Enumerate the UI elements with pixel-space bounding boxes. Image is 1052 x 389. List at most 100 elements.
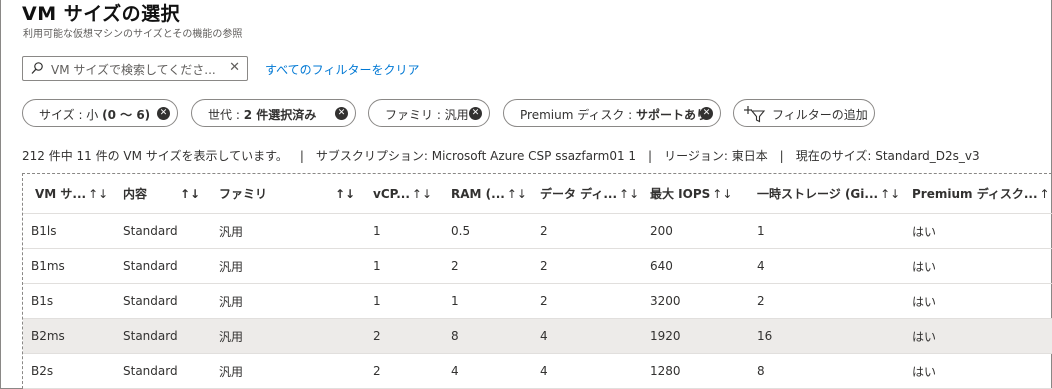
column-header-data-disks[interactable]: データ ディ... ↑↓: [540, 174, 639, 213]
filter-pill-label: ファミリ : 汎用: [385, 108, 469, 122]
cell-max-iops: 640: [650, 259, 673, 273]
filter-pill-value: (0 〜 6): [102, 108, 151, 122]
cell-description: Standard: [123, 364, 178, 378]
cell-vm-size: B1ms: [31, 259, 65, 273]
column-header-max-iops[interactable]: 最大 IOPS ↑↓: [650, 174, 732, 213]
cell-vcpu: 2: [373, 329, 381, 343]
cell-description: Standard: [123, 259, 178, 273]
cell-ram: 8: [451, 329, 459, 343]
current-size-label: 現在のサイズ: Standard_D2s_v3: [795, 149, 980, 163]
table-header-row: VM サ... ↑↓ 内容 ↑↓ ファミリ ↑↓ vCP... ↑↓ RAM (..…: [23, 174, 1052, 214]
filter-pill-size[interactable]: サイズ : 小 (0 〜 6) ✕: [22, 99, 178, 127]
search-placeholder: VM サイズで検索してくださ...: [51, 63, 216, 77]
filter-pill-family[interactable]: ファミリ : 汎用 ✕: [368, 99, 490, 127]
table-row[interactable]: B1s Standard 汎用 1 1 2 3200 2 はい: [23, 284, 1052, 319]
table-row[interactable]: B1ms Standard 汎用 1 2 2 640 4 はい: [23, 249, 1052, 284]
page-title: VM サイズの選択: [22, 3, 181, 25]
search-input[interactable]: VM サイズで検索してくださ... ✕: [22, 56, 248, 81]
results-summary: 212 件中 11 件の VM サイズを表示しています。 | サブスクリプション: …: [22, 147, 980, 164]
column-header-family[interactable]: ファミリ: [219, 174, 267, 213]
filter-pill-value: サポートあり: [636, 108, 709, 122]
filter-pill-label: サイズ : 小: [39, 108, 103, 122]
column-header-vm-size[interactable]: VM サ... ↑↓: [35, 174, 108, 213]
cell-vm-size: B1s: [31, 294, 54, 308]
cell-temp-storage: 16: [757, 329, 773, 343]
cell-vm-size: B2s: [31, 364, 54, 378]
cell-family: 汎用: [219, 364, 244, 379]
remove-filter-icon[interactable]: ✕: [700, 107, 713, 120]
separator: |: [648, 149, 653, 163]
region-label: リージョン: 東日本: [664, 149, 768, 163]
vm-size-table: VM サ... ↑↓ 内容 ↑↓ ファミリ ↑↓ vCP... ↑↓ RAM (..…: [22, 173, 1052, 389]
cell-vm-size: B1ls: [31, 224, 57, 238]
cell-temp-storage: 4: [757, 259, 765, 273]
cell-family: 汎用: [219, 329, 244, 344]
separator: |: [779, 149, 784, 163]
cell-family: 汎用: [219, 294, 244, 309]
sort-icon: ↑↓: [411, 186, 433, 201]
add-filter-button[interactable]: フィルターの追加: [733, 99, 875, 127]
remove-filter-icon[interactable]: ✕: [469, 107, 482, 120]
sort-icon: ↑↓: [506, 186, 527, 201]
cell-temp-storage: 8: [757, 364, 765, 378]
cell-description: Standard: [123, 224, 178, 238]
sort-icon[interactable]: ↑↓: [180, 174, 200, 213]
sort-icon: ↑↓: [1039, 186, 1052, 201]
sort-icon: ↑↓: [619, 186, 640, 201]
clear-search-icon[interactable]: ✕: [229, 60, 240, 75]
cell-temp-storage: 2: [757, 294, 765, 308]
filter-pill-label: Premium ディスク :: [520, 108, 637, 122]
cell-description: Standard: [123, 294, 178, 308]
table-row[interactable]: B1ls Standard 汎用 1 0.5 2 200 1 はい: [23, 214, 1052, 249]
cell-premium-disk: はい: [912, 364, 937, 379]
column-header-temp-storage[interactable]: 一時ストレージ (Gi... ↑↓: [757, 174, 900, 213]
remove-filter-icon[interactable]: ✕: [157, 107, 170, 120]
cell-family: 汎用: [219, 224, 244, 239]
cell-vcpu: 2: [373, 364, 381, 378]
filter-pill-value: 2 件選択済み: [243, 108, 317, 122]
cell-premium-disk: はい: [912, 259, 937, 274]
separator: |: [299, 149, 304, 163]
clear-all-filters-link[interactable]: すべてのフィルターをクリア: [265, 61, 419, 78]
sort-icon: ↑↓: [88, 186, 109, 201]
subscription-label: サブスクリプション: Microsoft Azure CSP ssazfarm0…: [315, 149, 637, 163]
add-filter-label: フィルターの追加: [772, 108, 868, 122]
sort-icon: ↑↓: [880, 186, 901, 201]
sort-icon[interactable]: ↑↓: [335, 174, 355, 213]
cell-max-iops: 200: [650, 224, 673, 238]
search-icon: [31, 62, 43, 74]
results-count: 212 件中 11 件の VM サイズを表示しています。: [22, 149, 288, 163]
column-header-premium-disk[interactable]: Premium ディスク...↑↓: [912, 174, 1052, 213]
cell-vcpu: 1: [373, 259, 381, 273]
cell-vm-size: B2ms: [31, 329, 65, 343]
table-row-selected[interactable]: B2ms Standard 汎用 2 8 4 1920 16 はい: [23, 319, 1052, 354]
cell-data-disks: 2: [540, 259, 548, 273]
filter-pill-label: 世代 :: [208, 108, 244, 122]
cell-ram: 4: [451, 364, 459, 378]
column-header-description[interactable]: 内容: [123, 174, 147, 213]
cell-vcpu: 1: [373, 294, 381, 308]
cell-family: 汎用: [219, 259, 244, 274]
cell-max-iops: 1280: [650, 364, 681, 378]
column-header-ram[interactable]: RAM (... ↑↓: [451, 174, 527, 213]
cell-description: Standard: [123, 329, 178, 343]
filter-pill-premium-disk[interactable]: Premium ディスク : サポートあり ✕: [503, 99, 721, 127]
cell-temp-storage: 1: [757, 224, 765, 238]
cell-ram: 2: [451, 259, 459, 273]
cell-max-iops: 1920: [650, 329, 681, 343]
column-header-vcpu[interactable]: vCP... ↑↓: [373, 174, 432, 213]
cell-data-disks: 2: [540, 294, 548, 308]
cell-vcpu: 1: [373, 224, 381, 238]
cell-data-disks: 4: [540, 329, 548, 343]
cell-ram: 1: [451, 294, 459, 308]
remove-filter-icon[interactable]: ✕: [335, 107, 348, 120]
add-filter-icon: [744, 106, 766, 123]
filter-pill-generation[interactable]: 世代 : 2 件選択済み ✕: [191, 99, 356, 127]
cell-ram: 0.5: [451, 224, 471, 238]
table-row[interactable]: B2s Standard 汎用 2 4 4 1280 8 はい: [23, 354, 1052, 389]
cell-max-iops: 3200: [650, 294, 681, 308]
page-subtitle: 利用可能な仮想マシンのサイズとその機能の参照: [23, 29, 243, 40]
sort-icon: ↑↓: [712, 186, 733, 201]
cell-premium-disk: はい: [912, 329, 937, 344]
cell-premium-disk: はい: [912, 294, 937, 309]
